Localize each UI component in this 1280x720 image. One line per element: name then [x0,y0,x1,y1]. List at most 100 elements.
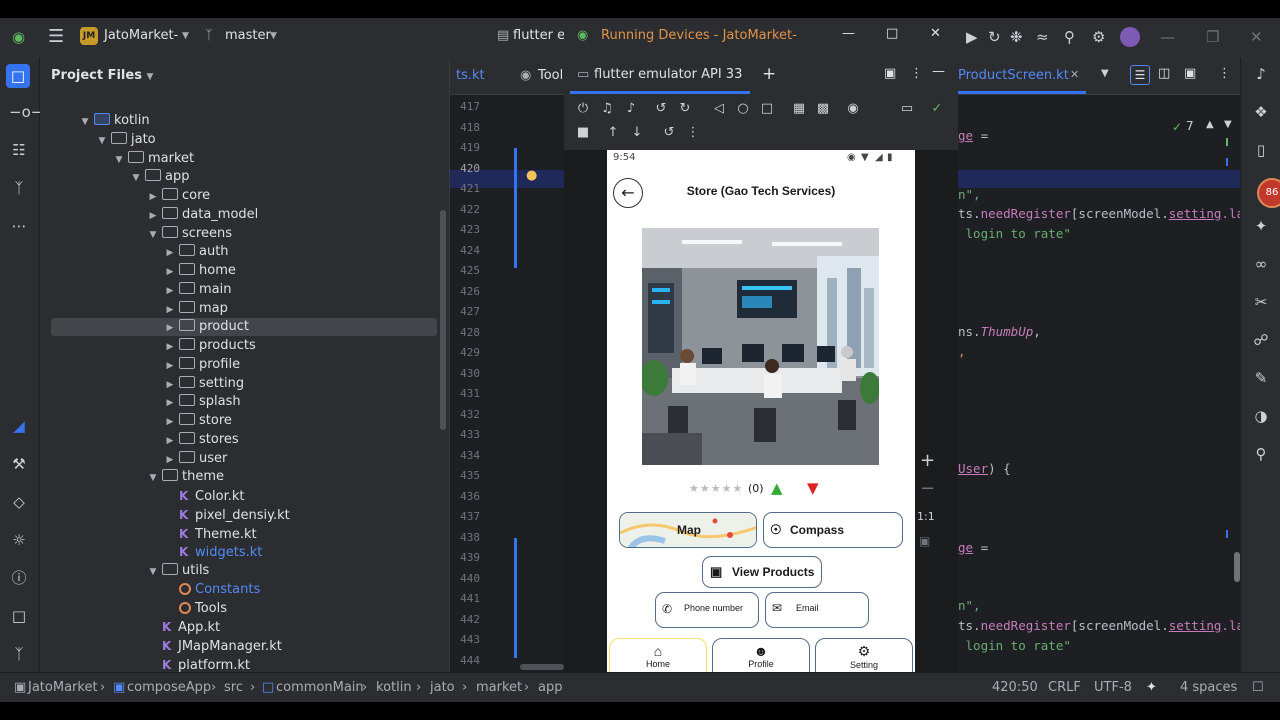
chevron-right-icon[interactable]: ▶ [146,188,160,206]
caret-position[interactable]: 420:50 [992,680,1038,695]
more-options-icon[interactable]: ⋮ [910,66,923,81]
terminal-icon[interactable]: □ [9,606,29,626]
chevron-right-icon[interactable]: ▶ [163,244,177,262]
store-image[interactable] [642,228,879,465]
structure-icon[interactable]: ☷ [9,140,29,160]
email-button[interactable]: ✉ Email [765,592,869,628]
compass-button[interactable]: ☉ Compass [763,512,903,548]
volume-down-icon[interactable]: ♪ [622,100,640,118]
volume-up-icon[interactable]: ♫ [598,100,616,118]
problems-count[interactable]: 7 [1186,119,1194,133]
chevron-right-icon[interactable]: ▶ [163,301,177,319]
breadcrumb-4[interactable]: kotlin [376,680,412,695]
thumb-up-icon[interactable]: ▲ [771,479,783,497]
project-scrollbar[interactable] [440,210,446,430]
profiler-icon[interactable]: ≈ [1036,28,1049,46]
chevron-down-icon[interactable]: ▼ [78,113,92,131]
more-tools-icon[interactable]: ⋯ [9,216,29,236]
close-window-icon[interactable]: ✕ [1250,28,1263,46]
inspector-icon[interactable]: ☍ [1251,330,1271,350]
breadcrumb-5[interactable]: jato [430,680,455,695]
home-circle-icon[interactable]: ○ [734,100,752,118]
tree-item[interactable]: ▶ splash [163,393,241,411]
run-config-label[interactable]: flutter er [513,28,570,43]
breadcrumb-6[interactable]: market [476,680,522,695]
breadcrumb-7[interactable]: app [538,680,562,695]
tree-item[interactable]: K Theme.kt [163,525,257,543]
pull-requests-icon[interactable]: ᛉ [9,178,29,198]
device-tab[interactable]: flutter emulator API 33 [594,67,742,82]
upload-icon[interactable]: ↑ [604,124,622,142]
commit-icon[interactable]: −o− [9,102,43,122]
avatar[interactable] [1120,27,1140,47]
zoom-actual-size[interactable]: 1:1 [917,510,935,523]
tree-item[interactable]: ▶ profile [163,356,240,374]
tree-item[interactable]: Kpixel_densiy.kt [163,506,290,524]
tree-item[interactable]: ▼ theme [146,468,224,486]
chevron-up-icon[interactable]: ▲ [1206,119,1214,130]
running-devices-badge[interactable]: 86 [1257,178,1280,208]
chevron-right-icon[interactable]: ▶ [163,282,177,300]
notifications-icon[interactable]: ♪ [1251,64,1271,84]
tree-item[interactable]: ▶ products [163,337,256,355]
close-window-icon[interactable]: ✕ [930,26,941,41]
tree-item[interactable]: ▶ home [163,262,236,280]
chevron-right-icon[interactable]: ▶ [163,451,177,469]
run-icon[interactable]: ▶ [966,28,978,46]
tree-item[interactable]: ▶ store [163,412,232,430]
chevron-down-icon[interactable]: ▼ [112,151,126,169]
zoom-fit-icon[interactable]: ▣ [919,534,930,548]
record-icon[interactable]: ■ [574,124,592,142]
chevron-right-icon[interactable]: ▶ [146,207,160,225]
zoom-out-icon[interactable]: − [920,478,935,499]
check-icon[interactable]: ✓ [928,100,946,118]
project-tool-icon[interactable]: □ [6,64,30,88]
tree-item[interactable]: ▶ data_model [146,206,258,224]
tree-item[interactable]: ▼ utils [146,562,209,580]
more-options-icon[interactable]: ⋮ [684,124,702,142]
tree-item[interactable]: ▶ main [163,281,231,299]
tab-product-screen[interactable]: ProductScreen.kt [958,68,1069,83]
chevron-down-icon[interactable]: ▼ [146,563,160,581]
chevron-right-icon[interactable]: ▶ [163,263,177,281]
hide-icon[interactable]: — [932,64,945,79]
chevron-down-icon[interactable]: ▼ [1101,68,1109,79]
breadcrumb-3[interactable]: commonMain [276,680,364,695]
tree-item[interactable]: K App.kt [146,618,220,636]
globe-icon[interactable]: ◑ [1251,406,1271,426]
tree-item[interactable]: K JMapManager.kt [146,637,282,655]
thumb-down-icon[interactable]: ▼ [807,479,819,497]
tree-item[interactable]: ▶ core [146,187,210,205]
chevron-right-icon[interactable]: ▶ [163,432,177,450]
chevron-right-icon[interactable]: ▶ [163,338,177,356]
sparkle-icon[interactable]: ✦ [1251,216,1271,236]
pen-icon[interactable]: ✎ [1251,368,1271,388]
horizontal-scrollbar[interactable] [520,664,564,670]
tree-item[interactable]: ▶ auth [163,243,229,261]
mirror-icon[interactable]: ▩ [814,100,832,118]
split-view-icon[interactable]: ◫ [1158,66,1170,81]
breadcrumb-2[interactable]: src [224,680,243,695]
chevron-right-icon[interactable]: ▶ [163,357,177,375]
close-tab-icon[interactable]: ✕ [1070,68,1079,81]
design-view-icon[interactable]: ▣ [1184,66,1196,81]
reset-icon[interactable]: ↺ [660,124,678,142]
device-manager-icon[interactable]: ▯ [1251,140,1271,160]
chevron-right-icon[interactable]: ▶ [163,319,177,337]
minimize-icon[interactable]: — [842,26,855,41]
tree-item[interactable]: ▶ product [163,318,249,336]
tree-item[interactable]: K Color.kt [163,487,245,505]
search-icon[interactable]: ⚲ [1064,28,1075,46]
tree-item[interactable]: ▼ jato [95,131,156,149]
tab-tools[interactable]: Tool [538,68,563,83]
rerun-icon[interactable]: ↻ [988,28,1001,46]
project-panel-header[interactable]: Project Files ▼ [40,58,449,94]
tree-item[interactable]: Tools [163,600,227,618]
add-device-icon[interactable]: + [762,64,776,84]
download-icon[interactable]: ↓ [628,124,646,142]
breadcrumb-0[interactable]: JatoMarket [28,680,98,695]
phone-number-button[interactable]: ✆ Phone number [655,592,759,628]
overview-icon[interactable]: □ [758,100,776,118]
chevron-right-icon[interactable]: ▶ [163,413,177,431]
tree-item[interactable]: Constants [163,581,260,599]
